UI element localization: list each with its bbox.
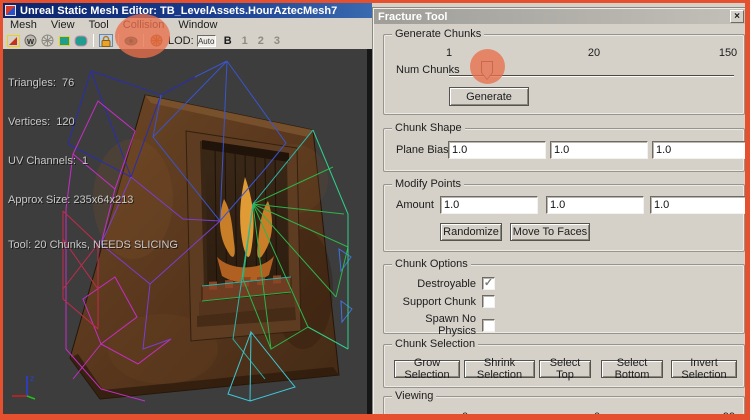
lod-2-button[interactable]: 2 [258,35,264,47]
lod-1-button[interactable]: 1 [242,35,248,47]
menu-window[interactable]: Window [171,19,224,31]
stat-triangles: Triangles: 76 [8,77,75,89]
modify-points-label: Modify Points [392,178,465,191]
numchunks-tick-mid: 20 [587,47,601,59]
plane-bias-x-field[interactable] [448,141,546,159]
lod-auto-button[interactable]: Auto [196,34,216,47]
mesh-viewport[interactable]: Triangles: 76 Vertices: 120 UV Channels:… [3,49,374,414]
chunk-options-group: Chunk Options Destroyable ✓ Support Chun… [383,258,745,337]
support-chunk-row: Support Chunk [390,295,495,308]
fracture-tool-icon[interactable] [149,34,163,47]
grow-selection-button[interactable]: Grow Selection [394,357,460,381]
tool-status: Tool: 20 Chunks, NEEDS SLICING [8,239,178,251]
support-chunk-checkbox[interactable] [482,295,495,308]
viewing-tick-mid: 0 [593,411,601,420]
menu-view[interactable]: View [44,19,82,31]
destroyable-row: Destroyable ✓ [390,277,495,290]
close-icon[interactable]: × [730,10,744,23]
spawn-no-physics-checkbox[interactable] [482,318,495,332]
chunk-selection-group: Chunk Selection Grow Selection Shrink Se… [383,338,745,388]
editor-titlebar[interactable]: Unreal Static Mesh Editor: TB_LevelAsset… [3,3,372,18]
numchunks-tick-max: 150 [718,47,738,59]
spawn-no-physics-row: Spawn No Physics [390,313,495,337]
numchunks-tick-min: 1 [445,47,453,59]
viewing-label: Viewing [392,390,437,403]
generate-button[interactable]: Generate [449,87,529,106]
move-to-faces-button[interactable]: Move To Faces [510,223,590,241]
screenshot-frame: Unreal Static Mesh Editor: TB_LevelAsset… [0,0,750,420]
fracture-titlebar[interactable]: Fracture Tool × [374,9,745,24]
num-chunks-slider[interactable] [449,75,734,77]
mesh-stats: Triangles: 76 Vertices: 120 UV Channels:… [8,51,178,278]
wireframe-icon[interactable]: w [23,34,37,47]
stat-approx-size: Approx Size: 235x64x213 [8,194,134,206]
num-chunks-slider-thumb[interactable] [481,61,493,80]
plane-bias-y-field[interactable] [550,141,648,159]
amount-z-field[interactable] [650,196,745,214]
fracture-title: Fracture Tool [378,10,448,23]
chunk-shape-group: Chunk Shape Plane Bias [383,122,745,172]
plane-bias-z-field[interactable] [652,141,745,159]
destroyable-checkbox[interactable]: ✓ [482,277,495,290]
stat-vertices: Vertices: 120 [8,116,75,128]
randomize-button[interactable]: Randomize [440,223,502,241]
svg-text:z: z [30,374,34,383]
viewing-group: Viewing 0 0 99 Show Chunks [383,390,745,420]
menu-tool[interactable]: Tool [82,19,116,31]
svg-text:w: w [25,36,34,46]
menu-mesh[interactable]: Mesh [3,19,44,31]
toolbar-separator [143,34,144,47]
generate-chunks-label: Generate Chunks [392,28,485,41]
generate-chunks-group: Generate Chunks 1 20 150 Num Chunks Gene… [383,28,745,115]
lod-base-button[interactable]: B [224,35,232,47]
camera-icon[interactable] [6,34,20,47]
support-chunk-label: Support Chunk [402,295,476,308]
spawn-no-physics-label: Spawn No Physics [425,313,476,337]
editor-menubar: Mesh View Tool Collision Window [3,18,372,32]
invert-selection-button[interactable]: Invert Selection [671,357,737,381]
lod-3-button[interactable]: 3 [274,35,280,47]
static-mesh-editor-window: Unreal Static Mesh Editor: TB_LevelAsset… [3,3,374,414]
toolbar-separator [118,34,119,47]
viewing-tick-max: 99 [722,411,736,420]
chunk-options-label: Chunk Options [392,258,471,271]
destroyable-label: Destroyable [417,277,476,290]
app-icon [5,5,16,16]
editor-toolbar: w LOD: Auto B 1 2 3 [3,32,372,49]
select-top-button[interactable]: Select Top [539,357,591,381]
amount-label: Amount [396,199,434,211]
axis-gizmo-icon: z [12,374,36,400]
show-edges-eye-icon[interactable] [124,34,138,47]
amount-y-field[interactable] [546,196,644,214]
chunk-shape-label: Chunk Shape [392,122,465,135]
shrink-selection-button[interactable]: Shrink Selection [464,357,535,381]
editor-title: Unreal Static Mesh Editor: TB_LevelAsset… [20,4,338,17]
lock-camera-icon[interactable] [99,34,113,47]
fracture-tool-window: Fracture Tool × Generate Chunks 1 20 150… [372,7,745,420]
geometry-sphere-icon[interactable] [40,34,54,47]
amount-x-field[interactable] [440,196,538,214]
select-bottom-button[interactable]: Select Bottom [601,357,663,381]
menu-collision[interactable]: Collision [116,19,172,31]
lod-label: LOD: [168,34,194,47]
collision-icon[interactable] [74,34,88,47]
fracture-body: Generate Chunks 1 20 150 Num Chunks Gene… [374,24,745,420]
toolbar-separator [93,34,94,47]
plane-bias-label: Plane Bias [396,144,449,156]
modify-points-group: Modify Points Amount Randomize Move To F… [383,178,745,252]
viewing-tick-min: 0 [461,411,469,420]
bounds-icon[interactable] [57,34,71,47]
chunk-selection-label: Chunk Selection [392,338,479,351]
stat-uv-channels: UV Channels: 1 [8,155,89,167]
